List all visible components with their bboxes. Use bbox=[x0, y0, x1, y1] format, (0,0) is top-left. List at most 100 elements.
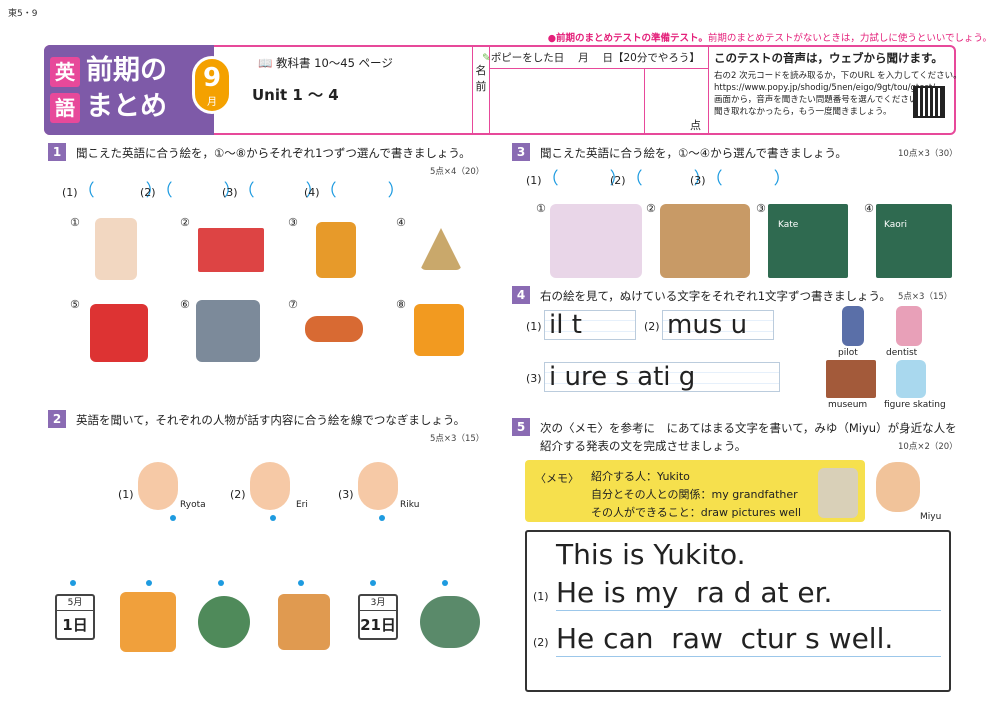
q2-instruction: 英語を聞いて，それぞれの人物が話す内容に合う絵を線でつなぎましょう。 bbox=[76, 413, 466, 427]
match-dot[interactable] bbox=[218, 580, 224, 586]
item-label: ③ bbox=[756, 202, 766, 215]
basketball-boy-picture bbox=[278, 594, 330, 650]
item-label: ① bbox=[70, 216, 80, 229]
socks-picture bbox=[316, 222, 356, 278]
eri-picture bbox=[250, 462, 290, 510]
unit-range: Unit 1 ～ 4 bbox=[252, 86, 339, 104]
memo-line-3: その人ができること：draw pictures well bbox=[591, 506, 802, 519]
dentist-picture bbox=[896, 306, 922, 346]
riku-picture bbox=[358, 462, 398, 510]
match-dot[interactable] bbox=[442, 580, 448, 586]
museum-picture bbox=[826, 360, 876, 398]
line-number: (2) bbox=[533, 636, 549, 649]
title-block: 英 語 前期の まとめ bbox=[44, 45, 214, 135]
globe-and-picture bbox=[198, 596, 250, 648]
picture-label: museum bbox=[828, 400, 868, 410]
word-figure-skating[interactable]: i ure s ati g bbox=[544, 362, 780, 392]
q1-number: 1 bbox=[48, 143, 66, 161]
item-label: ② bbox=[180, 216, 190, 229]
person-name: Riku bbox=[400, 500, 420, 510]
q3-points: 10点×3（30） bbox=[898, 149, 958, 159]
word-number: (1) bbox=[526, 320, 542, 333]
q1-points: 5点×4（20） bbox=[430, 167, 485, 177]
notice: ●前期のまとめテストの準備テスト。前期のまとめテストがないときは，力試しに使うと… bbox=[547, 33, 992, 44]
date-label: ✎ポピーをした日 月 日【20分でやろう】 bbox=[482, 52, 700, 64]
word-pilot[interactable]: il t bbox=[544, 310, 636, 340]
kate-blackboard-picture bbox=[768, 204, 848, 278]
sentence-1[interactable]: He is my ra d at er. bbox=[556, 576, 941, 611]
ryota-picture bbox=[138, 462, 178, 510]
q2-number: 2 bbox=[48, 410, 66, 428]
word-music[interactable]: mus u bbox=[662, 310, 774, 340]
q3-number: 3 bbox=[512, 143, 530, 161]
item-label: ⑧ bbox=[396, 298, 406, 311]
hot-dog-picture bbox=[305, 316, 363, 342]
sentence-2[interactable]: He can raw ctur s well. bbox=[556, 622, 941, 657]
q2-points: 5点×3（15） bbox=[430, 434, 485, 444]
cooking-picture bbox=[660, 204, 750, 278]
item-label: ⑥ bbox=[180, 298, 190, 311]
subject-kanji-1: 英 bbox=[50, 57, 80, 87]
match-dot[interactable] bbox=[70, 580, 76, 586]
textbook-pages: 📖 教科書 10～45 ページ bbox=[258, 56, 393, 70]
memo-line-1: 紹介する人：Yukito bbox=[591, 470, 690, 483]
item-label: ③ bbox=[288, 216, 298, 229]
kendama-boy-picture bbox=[120, 592, 176, 652]
calendar-march: 3月 21日 bbox=[358, 594, 398, 640]
book-icon: 📖 bbox=[258, 56, 273, 70]
q5-instruction-2: 紹介する発表の文を完成させましょう。 bbox=[540, 439, 747, 453]
item-label: ⑦ bbox=[288, 298, 298, 311]
item-label: ⑤ bbox=[70, 298, 80, 311]
match-dot[interactable] bbox=[170, 515, 176, 521]
picture-label: dentist bbox=[886, 348, 918, 358]
pilot-picture bbox=[842, 306, 864, 346]
memo-line-2: 自分とその人との関係：my grandfather bbox=[591, 488, 798, 501]
figure-skating-picture bbox=[896, 360, 926, 398]
fire-station-picture bbox=[90, 304, 148, 362]
qr-code[interactable] bbox=[913, 86, 945, 118]
divider bbox=[708, 47, 709, 133]
q3-blank-3[interactable]: (3)（ ） bbox=[690, 164, 791, 189]
match-dot[interactable] bbox=[146, 580, 152, 586]
match-dot[interactable] bbox=[270, 515, 276, 521]
q4-number: 4 bbox=[512, 286, 530, 304]
page-code: 東5・9 bbox=[8, 9, 38, 19]
title-line-2: まとめ bbox=[86, 91, 167, 122]
nurse-picture bbox=[95, 218, 137, 280]
picture-label: figure skating bbox=[884, 400, 946, 410]
q4-instruction: 右の絵を見て，ぬけている文字をそれぞれ1文字ずつ書きましょう。 bbox=[540, 289, 891, 303]
match-dot[interactable] bbox=[379, 515, 385, 521]
q5-points: 10点×2（20） bbox=[898, 442, 958, 452]
blackboard-name: Kate bbox=[778, 220, 799, 230]
q5-instruction-1: 次の〈メモ〉を参考に にあてはまる文字を書いて，みゆ（Miyu）が身近な人を bbox=[540, 421, 957, 435]
sandwich-picture bbox=[420, 228, 462, 270]
match-dot[interactable] bbox=[370, 580, 376, 586]
divider bbox=[490, 68, 708, 69]
person-name: Ryota bbox=[180, 500, 206, 510]
item-label: ① bbox=[536, 202, 546, 215]
score-unit: 点 bbox=[690, 119, 701, 132]
q1-blank-4[interactable]: (4)（ ） bbox=[304, 176, 405, 201]
subject-kanji-2: 語 bbox=[50, 93, 80, 123]
person-name: Eri bbox=[296, 500, 308, 510]
q3-instruction: 聞こえた英語に合う絵を，①～④から選んで書きましょう。 bbox=[540, 146, 847, 160]
comics-picture bbox=[550, 204, 642, 278]
word-number: (3) bbox=[526, 372, 542, 385]
memo-box: 〈メモ〉 紹介する人：Yukito 自分とその人との関係：my grandfat… bbox=[525, 460, 865, 522]
post-office-picture bbox=[198, 228, 264, 272]
bus-driver-picture bbox=[196, 300, 260, 362]
miyu-picture bbox=[876, 462, 920, 512]
item-label: ④ bbox=[396, 216, 406, 229]
q4-points: 5点×3（15） bbox=[898, 292, 953, 302]
miyu-name: Miyu bbox=[920, 512, 942, 522]
match-dot[interactable] bbox=[298, 580, 304, 586]
audio-info: このテストの音声は，ウェブから聞けます。 右の2 次元コードを読み取るか，下のU… bbox=[714, 51, 962, 117]
grandfather-picture bbox=[818, 468, 858, 518]
month-badge: 9月 bbox=[192, 56, 232, 114]
item-label: ② bbox=[646, 202, 656, 215]
pencil-icon: ✎ bbox=[482, 52, 491, 64]
kaori-blackboard-picture bbox=[876, 204, 952, 278]
line-number: (1) bbox=[533, 590, 549, 603]
vest-picture bbox=[414, 304, 464, 356]
picture-label: pilot bbox=[838, 348, 858, 358]
